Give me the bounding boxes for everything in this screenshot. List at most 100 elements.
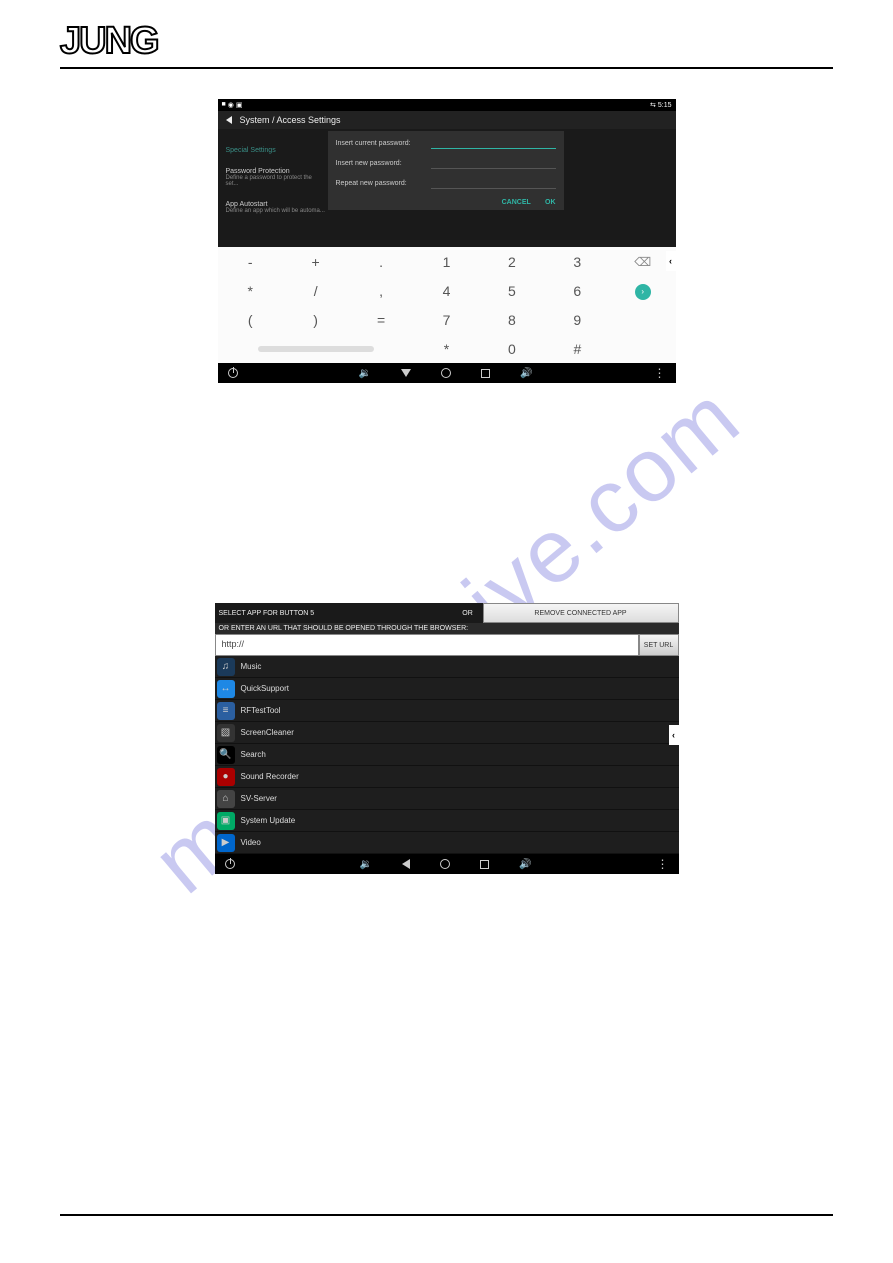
- vol-up-icon[interactable]: 🔊: [520, 368, 532, 379]
- key-star[interactable]: *: [414, 341, 479, 357]
- power-icon[interactable]: [228, 368, 238, 378]
- key-equals[interactable]: =: [348, 312, 413, 328]
- app-row[interactable]: 🔍 Search: [215, 744, 679, 766]
- key-rparen[interactable]: ): [283, 312, 348, 328]
- app-row[interactable]: ● Sound Recorder: [215, 766, 679, 788]
- header-divider: [60, 67, 833, 69]
- status-square-icon: ■: [222, 101, 226, 109]
- nav-bar: 🔉 🔊 ⋮: [215, 854, 679, 874]
- app-row[interactable]: ▶ Video: [215, 832, 679, 854]
- key-8[interactable]: 8: [479, 312, 544, 328]
- header-select-app: SELECT APP FOR BUTTON 5: [215, 603, 453, 623]
- app-icon: ●: [217, 768, 235, 786]
- key-asterisk[interactable]: *: [218, 283, 283, 299]
- key-dot[interactable]: .: [348, 254, 413, 270]
- menu-app-autostart[interactable]: App Autostart: [226, 201, 326, 208]
- input-repeat-password[interactable]: [431, 177, 556, 189]
- app-row[interactable]: ▧ScreenCleaner: [215, 722, 679, 744]
- app-icon: 🔍: [217, 746, 235, 764]
- status-bar: ■ ◉ ▣ ⇆ 5:15: [218, 99, 676, 111]
- label-repeat-password: Repeat new password:: [336, 180, 431, 187]
- title-bar: System / Access Settings: [218, 111, 676, 129]
- numeric-keypad: - + . 1 2 3 ⌫ * / , 4 5 6 ›: [218, 247, 676, 363]
- app-icon: ♫: [217, 658, 235, 676]
- key-space[interactable]: [218, 346, 414, 352]
- app-row[interactable]: ≡RFTestTool: [215, 700, 679, 722]
- status-box-icon: ▣: [236, 101, 243, 109]
- overflow-icon[interactable]: ⋮: [657, 857, 669, 871]
- side-handle-icon[interactable]: ‹: [669, 725, 679, 745]
- vol-down-icon[interactable]: 🔉: [360, 859, 372, 870]
- back-arrow-icon[interactable]: [226, 116, 232, 124]
- app-label: Video: [241, 838, 261, 847]
- key-5[interactable]: 5: [479, 283, 544, 299]
- key-2[interactable]: 2: [479, 254, 544, 270]
- app-label: Music: [241, 662, 262, 671]
- cancel-button[interactable]: CANCEL: [502, 199, 531, 206]
- ok-button[interactable]: OK: [545, 199, 556, 206]
- app-label: ScreenCleaner: [241, 728, 294, 737]
- key-lparen[interactable]: (: [218, 312, 283, 328]
- app-icon: ▶: [217, 834, 235, 852]
- app-label: QuickSupport: [241, 684, 289, 693]
- nav-back-icon[interactable]: [401, 369, 411, 377]
- menu-password-protection[interactable]: Password Protection: [226, 168, 326, 175]
- app-label: System Update: [241, 816, 296, 825]
- label-current-password: Insert current password:: [336, 140, 431, 147]
- app-icon: ↔: [217, 680, 235, 698]
- power-icon[interactable]: [225, 859, 235, 869]
- remove-connected-app-button[interactable]: REMOVE CONNECTED APP: [483, 603, 679, 623]
- label-new-password: Insert new password:: [336, 160, 431, 167]
- vol-down-icon[interactable]: 🔉: [359, 368, 371, 379]
- key-plus[interactable]: +: [283, 254, 348, 270]
- app-icon: ⌂: [217, 790, 235, 808]
- menu-special-settings[interactable]: Special Settings: [226, 147, 326, 154]
- app-icon: ▣: [217, 812, 235, 830]
- url-input[interactable]: http://: [215, 634, 639, 656]
- app-label: Search: [241, 750, 266, 759]
- app-row[interactable]: ▣ System Update: [215, 810, 679, 832]
- nav-recent-icon[interactable]: [480, 860, 489, 869]
- screen-title: System / Access Settings: [240, 115, 341, 125]
- input-new-password[interactable]: [431, 157, 556, 169]
- status-eye-icon: ◉: [228, 101, 234, 109]
- app-list[interactable]: ♫ Music ↔ QuickSupport ≡RFTestTool▧ScreenCle…: [215, 656, 679, 854]
- key-0[interactable]: 0: [479, 341, 544, 357]
- menu-autostart-desc: Define an app which will be automa...: [226, 208, 326, 214]
- app-row[interactable]: ↔ QuickSupport: [215, 678, 679, 700]
- app-row[interactable]: ⌂ SV-Server: [215, 788, 679, 810]
- overflow-icon[interactable]: ⋮: [654, 366, 666, 380]
- key-slash[interactable]: /: [283, 283, 348, 299]
- key-4[interactable]: 4: [414, 283, 479, 299]
- password-dialog: Insert current password: Insert new pass…: [328, 131, 564, 210]
- subheader-url-prompt: OR ENTER AN URL THAT SHOULD BE OPENED TH…: [215, 623, 679, 634]
- nav-home-icon[interactable]: [440, 859, 450, 869]
- nav-bar: 🔉 🔊 ⋮: [218, 363, 676, 383]
- key-7[interactable]: 7: [414, 312, 479, 328]
- header-or: OR: [453, 603, 483, 623]
- enter-icon: ›: [635, 284, 651, 300]
- side-handle-icon[interactable]: ‹: [666, 251, 676, 271]
- input-current-password[interactable]: [431, 137, 556, 149]
- key-3[interactable]: 3: [545, 254, 610, 270]
- key-hash[interactable]: #: [545, 341, 610, 357]
- status-time: 5:15: [658, 102, 672, 109]
- key-6[interactable]: 6: [545, 283, 610, 299]
- screenshot-select-app: SELECT APP FOR BUTTON 5 OR REMOVE CONNEC…: [215, 603, 679, 874]
- app-row[interactable]: ♫ Music: [215, 656, 679, 678]
- menu-password-desc: Define a password to protect the set...: [226, 175, 326, 187]
- nav-back-icon[interactable]: [402, 859, 410, 869]
- app-label: SV-Server: [241, 794, 277, 803]
- app-icon: ≡: [217, 702, 235, 720]
- set-url-button[interactable]: SET URL: [639, 634, 679, 656]
- screenshot-password-dialog: ■ ◉ ▣ ⇆ 5:15 System / Access Settings Sp…: [218, 99, 676, 383]
- key-enter[interactable]: ›: [610, 281, 675, 300]
- nav-recent-icon[interactable]: [481, 369, 490, 378]
- key-minus[interactable]: -: [218, 254, 283, 270]
- key-1[interactable]: 1: [414, 254, 479, 270]
- app-label: Sound Recorder: [241, 772, 299, 781]
- nav-home-icon[interactable]: [441, 368, 451, 378]
- key-comma[interactable]: ,: [348, 283, 413, 299]
- key-9[interactable]: 9: [545, 312, 610, 328]
- vol-up-icon[interactable]: 🔊: [519, 859, 531, 870]
